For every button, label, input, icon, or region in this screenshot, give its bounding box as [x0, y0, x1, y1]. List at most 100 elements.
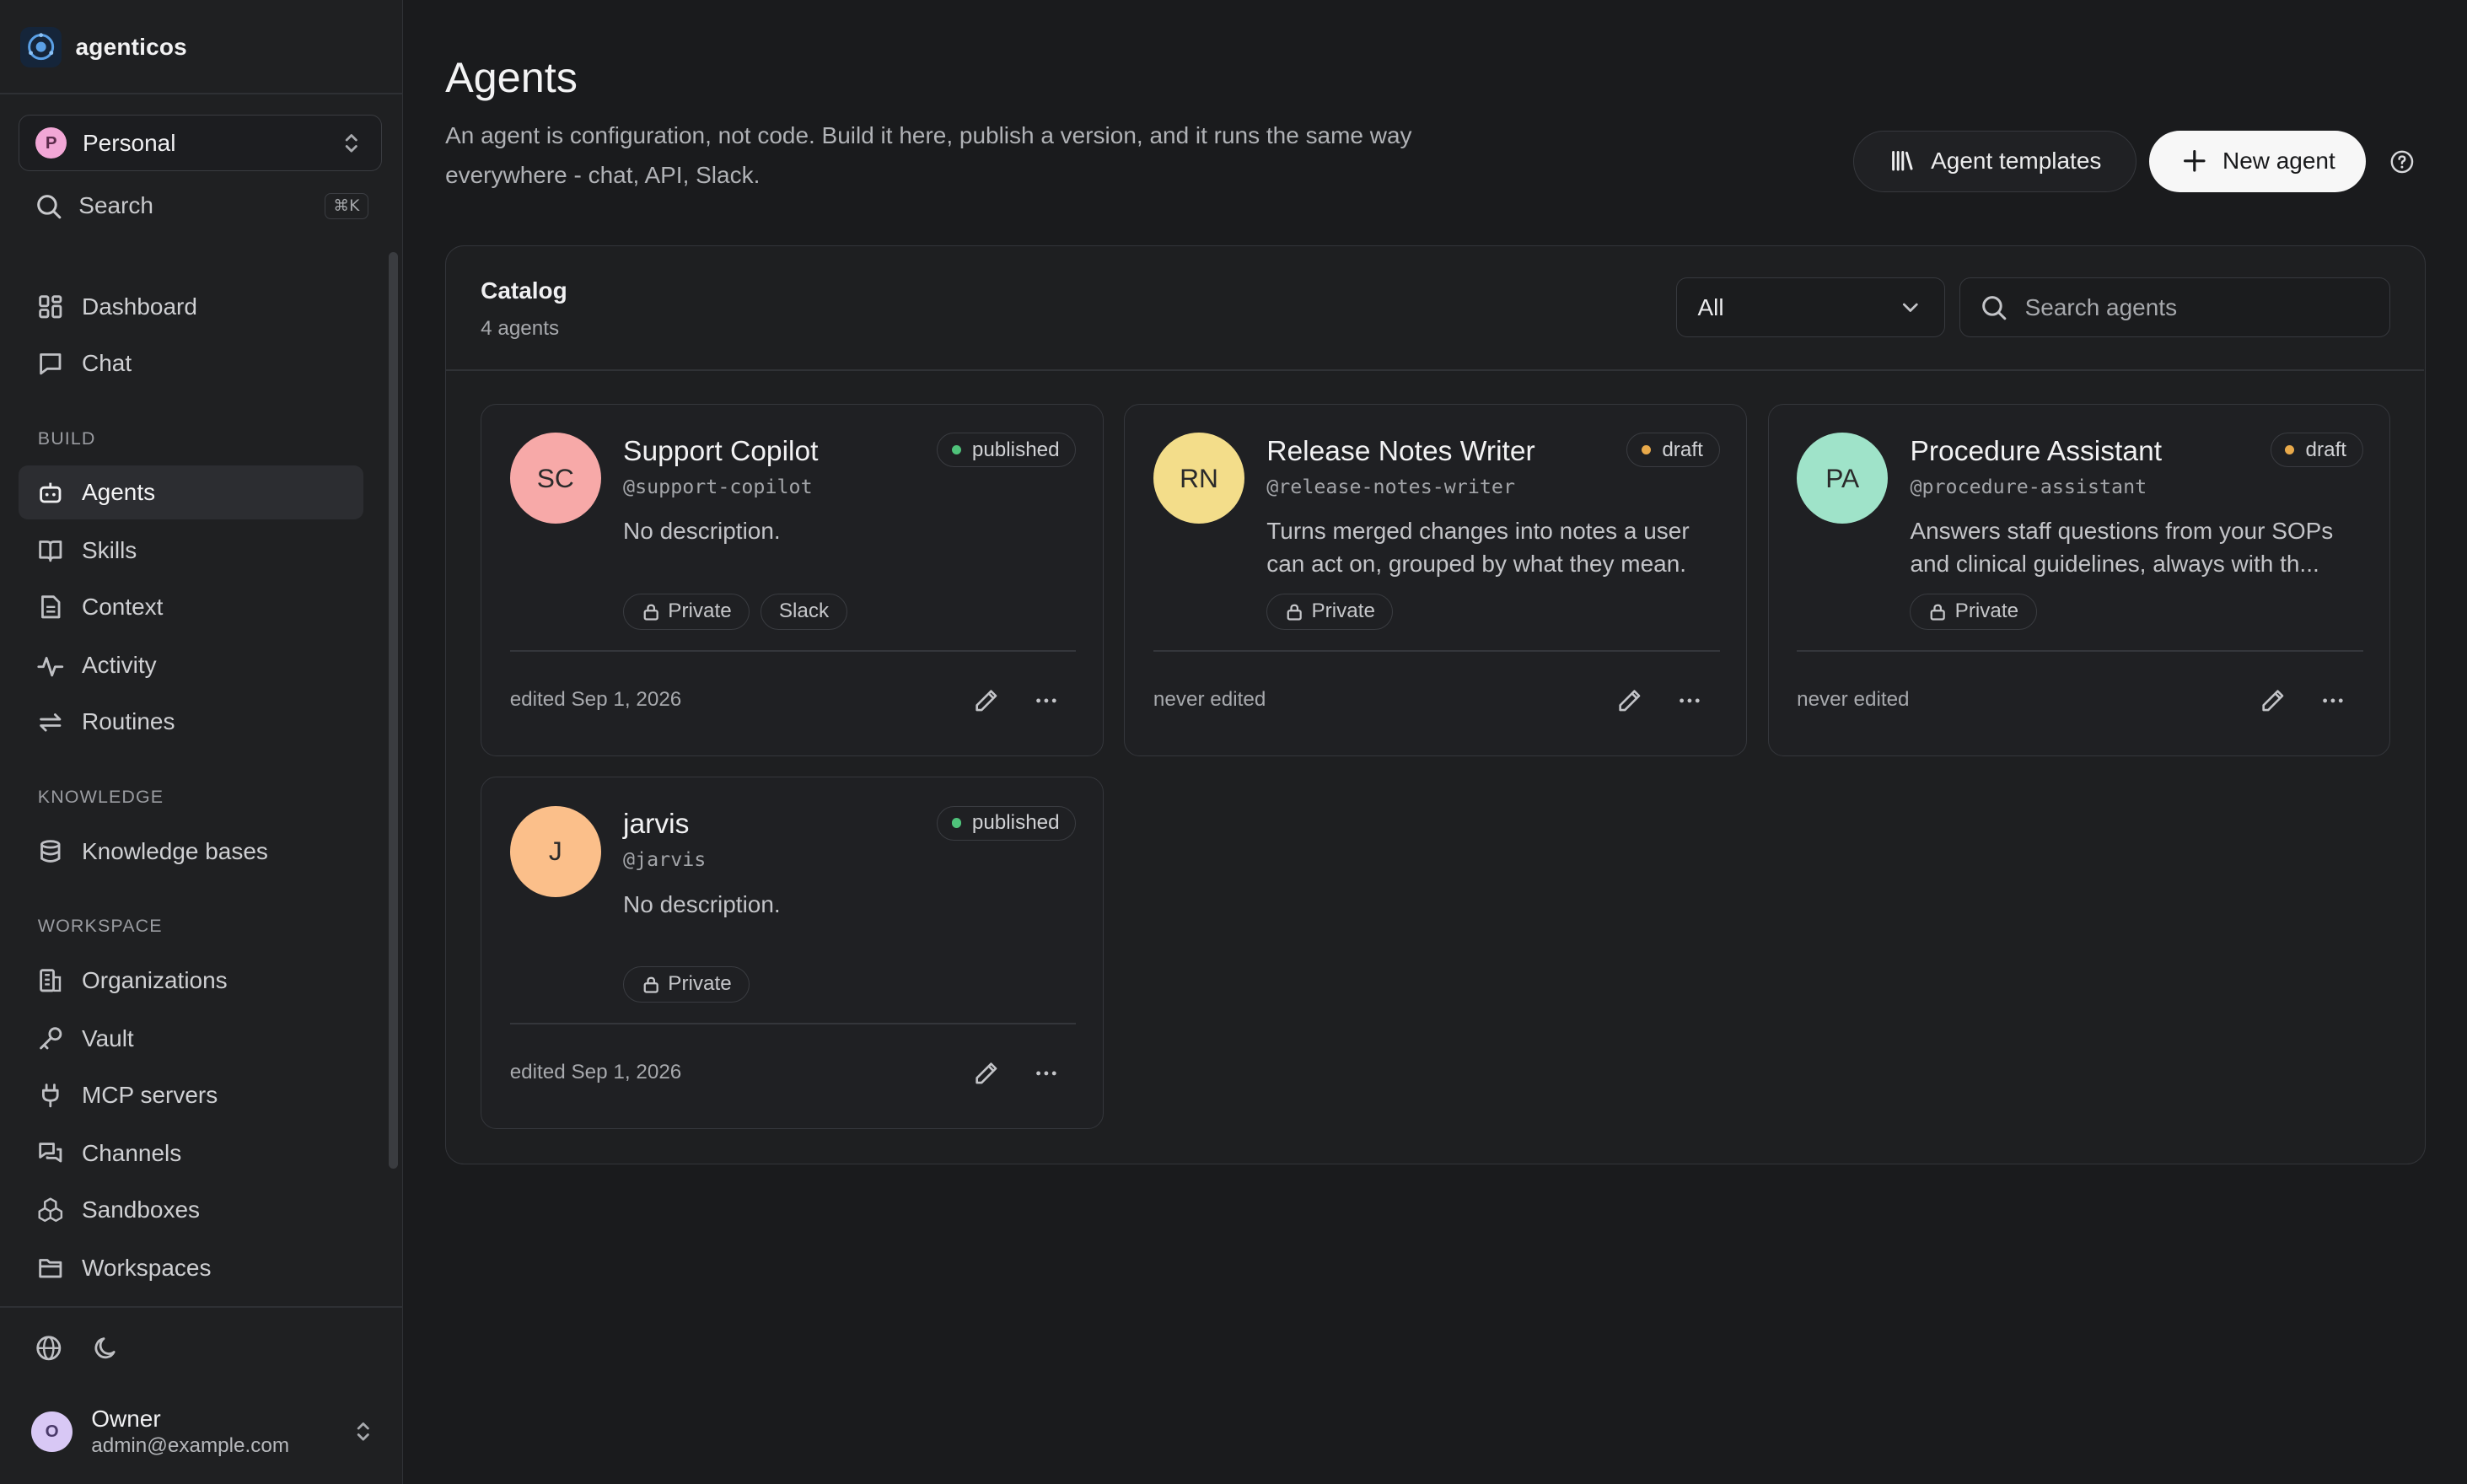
more-options-icon[interactable] — [1030, 1057, 1062, 1089]
more-options-icon[interactable] — [1030, 685, 1062, 716]
status-dot — [951, 445, 961, 455]
sidebar-item-label: MCP servers — [82, 1081, 218, 1108]
lock-icon — [1928, 602, 1947, 621]
moon-icon[interactable] — [93, 1334, 121, 1363]
sidebar-item-workspaces[interactable]: Workspaces — [19, 1241, 363, 1294]
search-agents-input[interactable] — [2021, 293, 2372, 323]
search-label: Search — [78, 192, 153, 219]
repeat-icon — [36, 708, 65, 737]
sidebar-item-vault[interactable]: Vault — [19, 1012, 363, 1065]
agent-name[interactable]: Procedure Assistant — [1910, 436, 2162, 468]
agent-avatar: PA — [1797, 433, 1889, 524]
tag-label: Private — [1954, 600, 2019, 623]
section-label-knowledge: KNOWLEDGE — [37, 787, 164, 807]
status-label: published — [971, 811, 1060, 835]
messages-icon — [36, 1139, 65, 1168]
agent-card[interactable]: RN Release Notes Writer @release-notes-w… — [1124, 403, 1748, 756]
sidebar-item-chat[interactable]: Chat — [19, 336, 363, 390]
chevron-updown-icon — [337, 129, 366, 158]
agent-handle: @procedure-assistant — [1910, 475, 2147, 498]
page-title: Agents — [445, 52, 578, 101]
avatar: O — [31, 1411, 73, 1453]
sidebar-item-label: Context — [82, 594, 164, 621]
robot-icon — [36, 478, 65, 507]
agent-avatar: RN — [1153, 433, 1245, 524]
workspace-avatar: P — [35, 127, 67, 159]
status-label: published — [971, 438, 1060, 461]
agent-name[interactable]: Release Notes Writer — [1266, 436, 1534, 468]
agent-templates-button[interactable]: Agent templates — [1853, 130, 2137, 192]
sidebar-item-skills[interactable]: Skills — [19, 524, 363, 577]
lock-icon — [1285, 602, 1303, 621]
agent-card[interactable]: SC Support Copilot @support-copilot publ… — [481, 403, 1105, 756]
sidebar-utility-buttons — [35, 1334, 121, 1363]
new-agent-button[interactable]: New agent — [2148, 130, 2367, 192]
search-button[interactable]: Search ⌘K — [35, 187, 368, 225]
pencil-icon[interactable] — [970, 685, 1002, 716]
status-label: draft — [1662, 438, 1703, 461]
sidebar-item-routines[interactable]: Routines — [19, 696, 363, 749]
status-badge: published — [936, 433, 1077, 468]
agent-description: No description. — [623, 518, 781, 545]
pencil-icon[interactable] — [1614, 685, 1645, 716]
tag-private: Private — [623, 593, 750, 630]
user-menu[interactable]: O Owner admin@example.com — [31, 1401, 378, 1464]
sidebar-item-label: Vault — [82, 1024, 134, 1051]
sidebar-item-knowledge-bases[interactable]: Knowledge bases — [19, 825, 363, 878]
pencil-icon[interactable] — [970, 1057, 1002, 1089]
divider — [509, 649, 1077, 652]
sidebar-item-organizations[interactable]: Organizations — [19, 954, 363, 1007]
catalog-count: 4 agents — [481, 317, 560, 341]
sidebar-scrollbar[interactable] — [388, 251, 399, 1169]
sidebar-item-agents[interactable]: Agents — [19, 465, 364, 519]
more-options-icon[interactable] — [2318, 685, 2349, 716]
book-icon — [36, 536, 65, 565]
agent-description: No description. — [623, 890, 781, 917]
agent-name[interactable]: jarvis — [623, 809, 689, 841]
building-icon — [36, 966, 65, 995]
globe-icon[interactable] — [35, 1334, 63, 1363]
sidebar-item-context[interactable]: Context — [19, 581, 363, 634]
agent-description: Turns merged changes into notes a user c… — [1266, 518, 1690, 578]
pencil-icon[interactable] — [2258, 685, 2289, 716]
plus-icon — [2180, 147, 2209, 175]
agent-tags: Private — [623, 965, 750, 1003]
database-icon — [36, 837, 65, 866]
brand[interactable]: agenticos — [20, 25, 187, 69]
library-icon — [1889, 147, 1917, 175]
status-dot — [2285, 445, 2295, 455]
agent-handle: @release-notes-writer — [1266, 475, 1515, 498]
sidebar-item-sandboxes[interactable]: Sandboxes — [19, 1183, 363, 1236]
edited-timestamp: edited Sep 1, 2026 — [509, 687, 682, 711]
page-subtitle: An agent is configuration, not code. Bui… — [445, 122, 1412, 188]
sidebar-item-label: Channels — [82, 1139, 182, 1166]
agent-name[interactable]: Support Copilot — [623, 436, 818, 468]
agent-card[interactable]: PA Procedure Assistant @procedure-assist… — [1767, 403, 2391, 756]
edited-timestamp: edited Sep 1, 2026 — [509, 1060, 682, 1083]
search-shortcut: ⌘K — [325, 193, 368, 219]
filter-value: All — [1697, 293, 1724, 320]
status-badge: draft — [1626, 433, 1720, 468]
help-icon[interactable] — [2387, 147, 2418, 178]
sidebar-item-channels[interactable]: Channels — [19, 1126, 363, 1180]
workspace-switcher[interactable]: P Personal — [19, 115, 383, 172]
divider — [0, 1305, 403, 1308]
sidebar: agenticos P Personal Search ⌘K Dashboard… — [0, 0, 403, 1484]
search-icon — [1980, 293, 2008, 322]
tag-label: Private — [668, 972, 732, 996]
search-icon — [35, 192, 63, 221]
new-agent-label: New agent — [2222, 148, 2335, 175]
sidebar-item-activity[interactable]: Activity — [19, 639, 363, 692]
lock-icon — [642, 602, 660, 621]
status-filter-select[interactable]: All — [1676, 277, 1946, 338]
sidebar-item-dashboard[interactable]: Dashboard — [19, 280, 363, 333]
brand-name: agenticos — [75, 33, 187, 60]
more-options-icon[interactable] — [1674, 685, 1705, 716]
dashboard-icon — [36, 293, 65, 321]
folder-icon — [36, 1254, 65, 1282]
agent-card[interactable]: J jarvis @jarvis published No descriptio… — [481, 776, 1105, 1129]
agent-handle: @jarvis — [623, 847, 707, 871]
search-agents-field[interactable] — [1959, 277, 2391, 338]
tag-label: Private — [668, 600, 732, 623]
sidebar-item-mcp-servers[interactable]: MCP servers — [19, 1068, 363, 1121]
